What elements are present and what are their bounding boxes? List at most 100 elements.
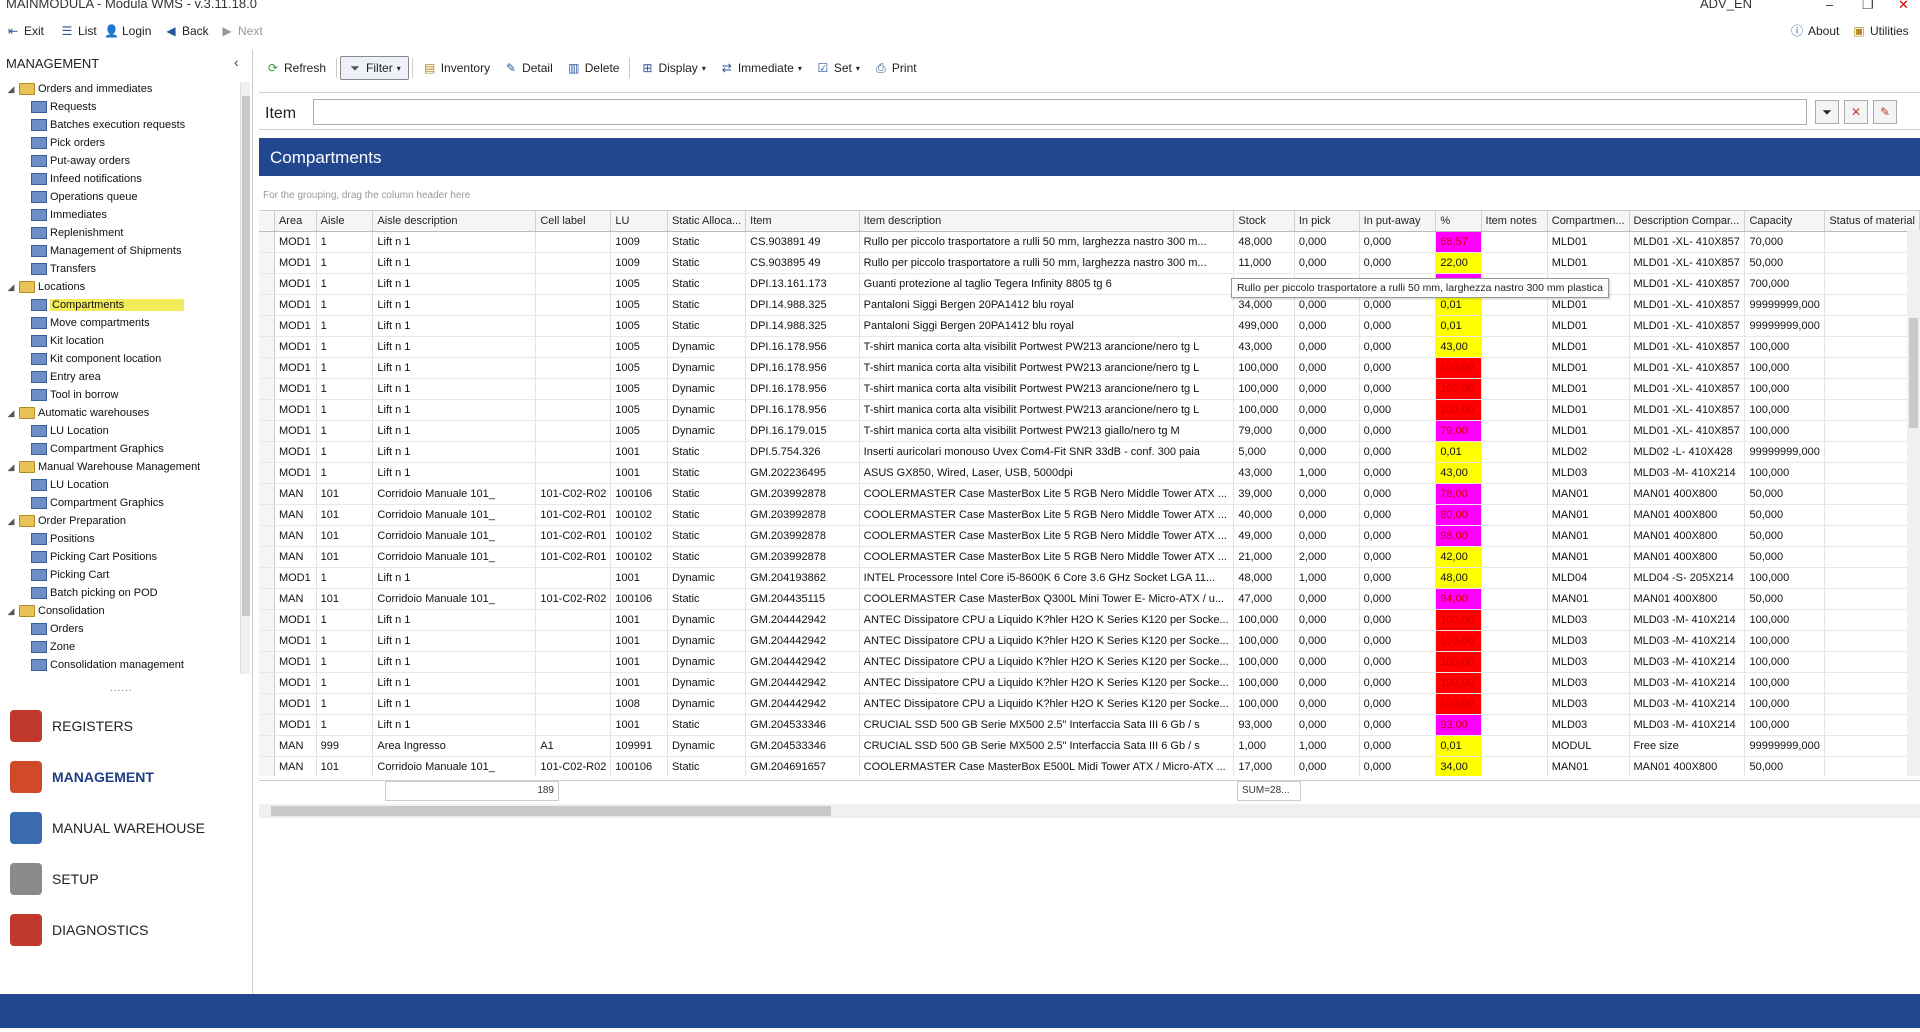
tree-item[interactable]: Consolidation management <box>28 656 184 674</box>
table-cell[interactable]: Area Ingresso <box>372 735 537 757</box>
table-cell[interactable]: 79,000 <box>1233 420 1295 442</box>
table-cell[interactable]: 1005 <box>610 273 669 295</box>
table-cell[interactable]: 0,000 <box>1294 336 1360 358</box>
table-cell[interactable]: 0,000 <box>1294 357 1360 379</box>
table-cell[interactable]: MODUL <box>1547 735 1630 757</box>
table-cell[interactable]: MOD1 <box>274 609 317 631</box>
row-header[interactable] <box>259 420 275 442</box>
grid-vertical-scrollbar[interactable] <box>1907 230 1920 776</box>
table-cell[interactable] <box>1481 315 1548 337</box>
fill-percent-cell[interactable]: 100,00 <box>1435 672 1482 694</box>
table-cell[interactable]: 700,000 <box>1744 273 1826 295</box>
table-cell[interactable] <box>535 273 612 295</box>
edit-filter-icon[interactable]: ✎ <box>1873 100 1897 124</box>
table-cell[interactable] <box>1481 504 1548 526</box>
table-row[interactable]: MOD1 1 Lift n 1 1005 Dynamic DPI.16.178.956 T-… <box>259 399 1920 421</box>
table-cell[interactable]: Static <box>667 588 747 610</box>
table-cell[interactable]: DPI.16.178.956 <box>745 336 860 358</box>
table-cell[interactable]: Lift n 1 <box>372 609 537 631</box>
table-cell[interactable]: Static <box>667 252 747 274</box>
table-cell[interactable]: MOD1 <box>274 672 317 694</box>
table-row[interactable]: MOD1 1 Lift n 1 1009 Static CS.903895 49 Rullo… <box>259 252 1920 274</box>
table-cell[interactable]: Static <box>667 441 747 463</box>
table-cell[interactable]: Dynamic <box>667 735 747 757</box>
fill-percent-cell[interactable]: 79,00 <box>1435 420 1482 442</box>
table-cell[interactable] <box>1824 714 1920 736</box>
table-cell[interactable]: 1009 <box>610 252 669 274</box>
tree-folder[interactable]: ◢ Locations <box>6 278 85 296</box>
table-cell[interactable]: COOLERMASTER Case MasterBox Q300L Mini T… <box>859 588 1235 610</box>
table-cell[interactable]: GM.204442942 <box>745 672 860 694</box>
table-cell[interactable]: 47,000 <box>1233 588 1295 610</box>
table-cell[interactable]: ANTEC Dissipatore CPU a Liquido K?hler H… <box>859 693 1235 715</box>
table-cell[interactable]: Corridoio Manuale 101_ <box>372 546 537 568</box>
table-cell[interactable]: 1 <box>316 315 374 337</box>
table-cell[interactable]: 0,000 <box>1359 546 1437 568</box>
table-cell[interactable] <box>1824 399 1920 421</box>
table-cell[interactable] <box>1481 588 1548 610</box>
table-cell[interactable]: MLD01 -XL- 410X857 <box>1629 252 1746 274</box>
table-cell[interactable]: 100102 <box>610 546 669 568</box>
table-cell[interactable]: MAN01 <box>1547 546 1630 568</box>
table-cell[interactable]: MAN01 400X800 <box>1629 588 1746 610</box>
table-cell[interactable]: Corridoio Manuale 101_ <box>372 588 537 610</box>
table-cell[interactable] <box>535 315 612 337</box>
table-cell[interactable]: 0,000 <box>1359 756 1437 776</box>
table-cell[interactable]: 101-C02-R02 <box>535 588 612 610</box>
fill-percent-cell[interactable]: 43,00 <box>1435 336 1482 358</box>
display-button[interactable]: ⊞ Display ▾ <box>633 56 712 80</box>
table-cell[interactable]: 100,000 <box>1744 420 1826 442</box>
table-cell[interactable]: 100,000 <box>1744 693 1826 715</box>
table-cell[interactable]: 1 <box>316 273 374 295</box>
table-cell[interactable] <box>1481 483 1548 505</box>
table-cell[interactable]: Lift n 1 <box>372 294 537 316</box>
table-cell[interactable]: 0,000 <box>1359 378 1437 400</box>
table-cell[interactable] <box>535 567 612 589</box>
table-cell[interactable]: 0,000 <box>1294 525 1360 547</box>
table-cell[interactable]: GM.204533346 <box>745 714 860 736</box>
delete-button[interactable]: ▥ Delete <box>560 56 627 80</box>
table-cell[interactable]: MLD03 -M- 410X214 <box>1629 651 1746 673</box>
table-cell[interactable]: 1 <box>316 462 374 484</box>
table-cell[interactable]: 1005 <box>610 336 669 358</box>
table-cell[interactable] <box>535 378 612 400</box>
tree-item[interactable]: Entry area <box>28 368 101 386</box>
fill-percent-cell[interactable]: 48,00 <box>1435 567 1482 589</box>
table-cell[interactable]: MLD01 <box>1547 399 1630 421</box>
row-header[interactable] <box>259 231 275 253</box>
table-cell[interactable]: 0,000 <box>1294 399 1360 421</box>
table-cell[interactable]: DPI.16.178.956 <box>745 378 860 400</box>
column-header[interactable]: Stock <box>1233 211 1295 232</box>
table-cell[interactable]: 0,000 <box>1359 231 1437 253</box>
table-cell[interactable] <box>1481 357 1548 379</box>
table-cell[interactable]: Corridoio Manuale 101_ <box>372 504 537 526</box>
table-cell[interactable]: 100,000 <box>1744 399 1826 421</box>
table-cell[interactable]: 101-C02-R01 <box>535 504 612 526</box>
table-cell[interactable]: 0,000 <box>1359 441 1437 463</box>
immediate-button[interactable]: ⇄ Immediate ▾ <box>713 56 809 80</box>
table-cell[interactable] <box>1824 630 1920 652</box>
table-cell[interactable]: 100,000 <box>1233 693 1295 715</box>
column-header[interactable]: Description Compar... <box>1629 211 1746 232</box>
table-cell[interactable]: CRUCIAL SSD 500 GB Serie MX500 2.5" Inte… <box>859 735 1235 757</box>
table-cell[interactable]: 101 <box>316 525 374 547</box>
row-header[interactable] <box>259 567 275 589</box>
table-cell[interactable]: MLD03 <box>1547 714 1630 736</box>
table-cell[interactable]: 99999999,000 <box>1744 735 1826 757</box>
table-cell[interactable]: 101 <box>316 546 374 568</box>
filter-button[interactable]: ⏷ Filter ▾ <box>340 56 409 80</box>
table-cell[interactable]: MOD1 <box>274 294 317 316</box>
table-cell[interactable] <box>1481 672 1548 694</box>
table-cell[interactable]: MLD03 -M- 410X214 <box>1629 693 1746 715</box>
tree-item[interactable]: Transfers <box>28 260 96 278</box>
table-cell[interactable]: MAN <box>274 483 317 505</box>
table-row[interactable]: MOD1 1 Lift n 1 1005 Dynamic DPI.16.178.956 T-… <box>259 336 1920 358</box>
table-cell[interactable]: COOLERMASTER Case MasterBox E500L Midi T… <box>859 756 1235 776</box>
table-cell[interactable]: 11,000 <box>1233 252 1295 274</box>
fill-percent-cell[interactable]: 68,57 <box>1435 231 1482 253</box>
table-cell[interactable]: 50,000 <box>1744 756 1826 776</box>
table-cell[interactable]: MLD01 <box>1547 420 1630 442</box>
table-cell[interactable]: 0,000 <box>1294 630 1360 652</box>
table-row[interactable]: MOD1 1 Lift n 1 1005 Static DPI.14.988.325 Pan… <box>259 294 1920 316</box>
section-registers-button[interactable]: REGISTERS <box>10 706 133 746</box>
